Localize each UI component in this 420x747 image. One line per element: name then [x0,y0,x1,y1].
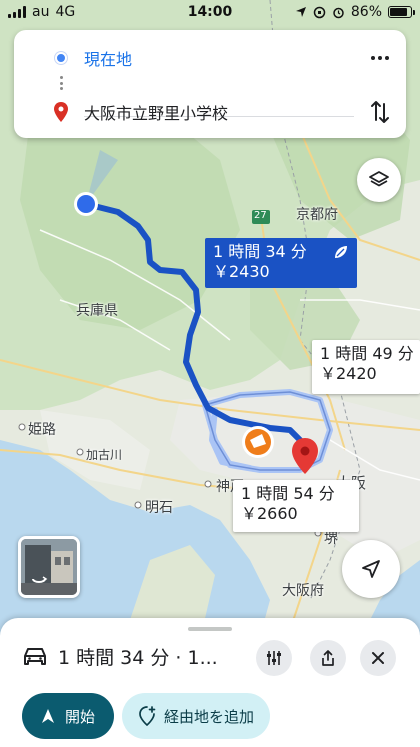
origin-row[interactable]: 現在地 [14,38,406,78]
add-location-icon [139,706,156,726]
clock: 14:00 [187,4,233,20]
map-label-akashi: 明石 [145,500,173,516]
battery-icon [388,6,415,18]
more-options-icon[interactable] [368,48,392,68]
origin-field[interactable]: 現在地 [84,46,132,70]
route-connector-icon [60,76,63,90]
sheet-drag-handle[interactable] [188,627,232,631]
map-label-osaka-pref: 大阪府 [282,583,324,599]
status-bar: au 4G 14:00 86% [0,0,420,24]
route-search-card: 現在地 大阪市立野里小学校 [14,30,406,138]
alt1-route-time: 1 時間 49 分 [320,344,414,363]
route-callout-primary[interactable]: 1 時間 34 分 ￥2430 [205,238,357,288]
origin-dot-icon [55,52,67,64]
car-icon [24,648,46,665]
share-icon [322,650,334,666]
layers-icon [369,171,389,187]
primary-route-toll: ￥2430 [213,262,270,281]
eco-leaf-icon [335,246,347,258]
alt1-route-toll: ￥2420 [320,364,377,383]
add-stop-button[interactable]: 経由地を追加 [122,693,270,739]
alt2-route-toll: ￥2660 [241,504,298,523]
close-icon [372,652,384,664]
start-label: 開始 [64,707,95,726]
share-button[interactable] [310,640,346,676]
navigation-start-icon [41,709,54,723]
swap-icon[interactable] [368,98,392,126]
destination-field[interactable]: 大阪市立野里小学校 [84,100,228,124]
map-label-hyogo: 兵庫県 [76,303,118,319]
start-navigation-button[interactable]: 開始 [22,693,114,739]
destination-row[interactable]: 大阪市立野里小学校 [14,92,406,132]
tune-icon [267,651,281,665]
add-stop-label: 経由地を追加 [163,707,254,726]
map-label-kakogawa: 加古川 [86,448,123,462]
layers-button[interactable] [357,158,401,202]
map-label-kyoto: 京都府 [296,207,338,223]
map-label-himeji: 姫路 [28,422,56,438]
close-button[interactable] [360,640,396,676]
route-options-button[interactable] [256,640,292,676]
street-view-thumbnail[interactable] [18,536,80,598]
street-view-image [21,539,77,595]
road-27-label: 27 [254,210,267,221]
recenter-button[interactable] [342,540,400,598]
route-callout-alt-2[interactable]: 1 時間 54 分 ￥2660 [233,480,359,532]
alt2-route-time: 1 時間 54 分 [241,484,335,503]
primary-route-time: 1 時間 34 分 [213,242,307,261]
route-callout-alt-1[interactable]: 1 時間 49 分 ￥2420 [312,340,420,394]
route-summary[interactable]: 1 時間 34 分 · 1... [58,643,248,670]
navigation-arrow-icon [362,560,380,578]
